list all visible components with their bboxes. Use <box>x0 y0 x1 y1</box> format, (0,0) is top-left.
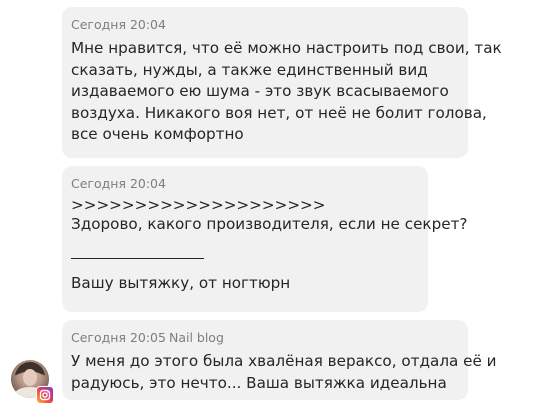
message-line: У меня до этого была хвалёная вераксо, о… <box>71 352 497 370</box>
quoted-text: Здорово, какого производителя, если не с… <box>71 215 468 233</box>
message-line: сказать, нужды, а также единственный вид <box>71 60 428 79</box>
message-line: все очень комфортно <box>71 125 244 144</box>
message-time: Сегодня 20:05 <box>71 330 166 345</box>
message-time: Сегодня 20:04 <box>71 17 166 32</box>
quote-marker: >>>>>>>>>>>>>>>>>>>> <box>71 196 326 214</box>
message-bubble-2: Сегодня 20:04 >>>>>>>>>>>>>>>>>>>> Здоро… <box>62 166 468 312</box>
message-bubble-3: Сегодня 20:05 Nail blog У меня до этого б… <box>62 320 497 400</box>
sender-name: Nail blog <box>168 330 224 345</box>
quote-divider <box>71 236 204 259</box>
message-text: Мне нравится, что её можно настроить под… <box>71 38 502 146</box>
instagram-icon <box>36 386 54 404</box>
message-timestamp: Сегодня 20:04 <box>71 176 419 192</box>
message-line: воздуха. Никакого воя нет, от неё не бол… <box>71 103 487 122</box>
reply-text: Вашу вытяжку, от ногтюрн <box>71 273 291 292</box>
message-time: Сегодня 20:04 <box>71 176 166 191</box>
message-line: Мне нравится, что её можно настроить под… <box>71 39 502 57</box>
avatar-face <box>23 369 37 386</box>
message-bubble-1: Сегодня 20:04 Мне нравится, что её можно… <box>62 7 502 158</box>
message-line: издаваемого ею шума - это звук всасываем… <box>71 82 449 101</box>
message-text: >>>>>>>>>>>>>>>>>>>> Здорово, какого про… <box>71 196 468 294</box>
message-text: У меня до этого была хвалёная вераксо, о… <box>71 351 497 394</box>
message-timestamp: Сегодня 20:04 <box>71 17 459 33</box>
message-timestamp: Сегодня 20:05 Nail blog <box>71 330 459 346</box>
message-line: радуюсь, это нечто... Ваша вытяжка идеал… <box>71 373 447 392</box>
